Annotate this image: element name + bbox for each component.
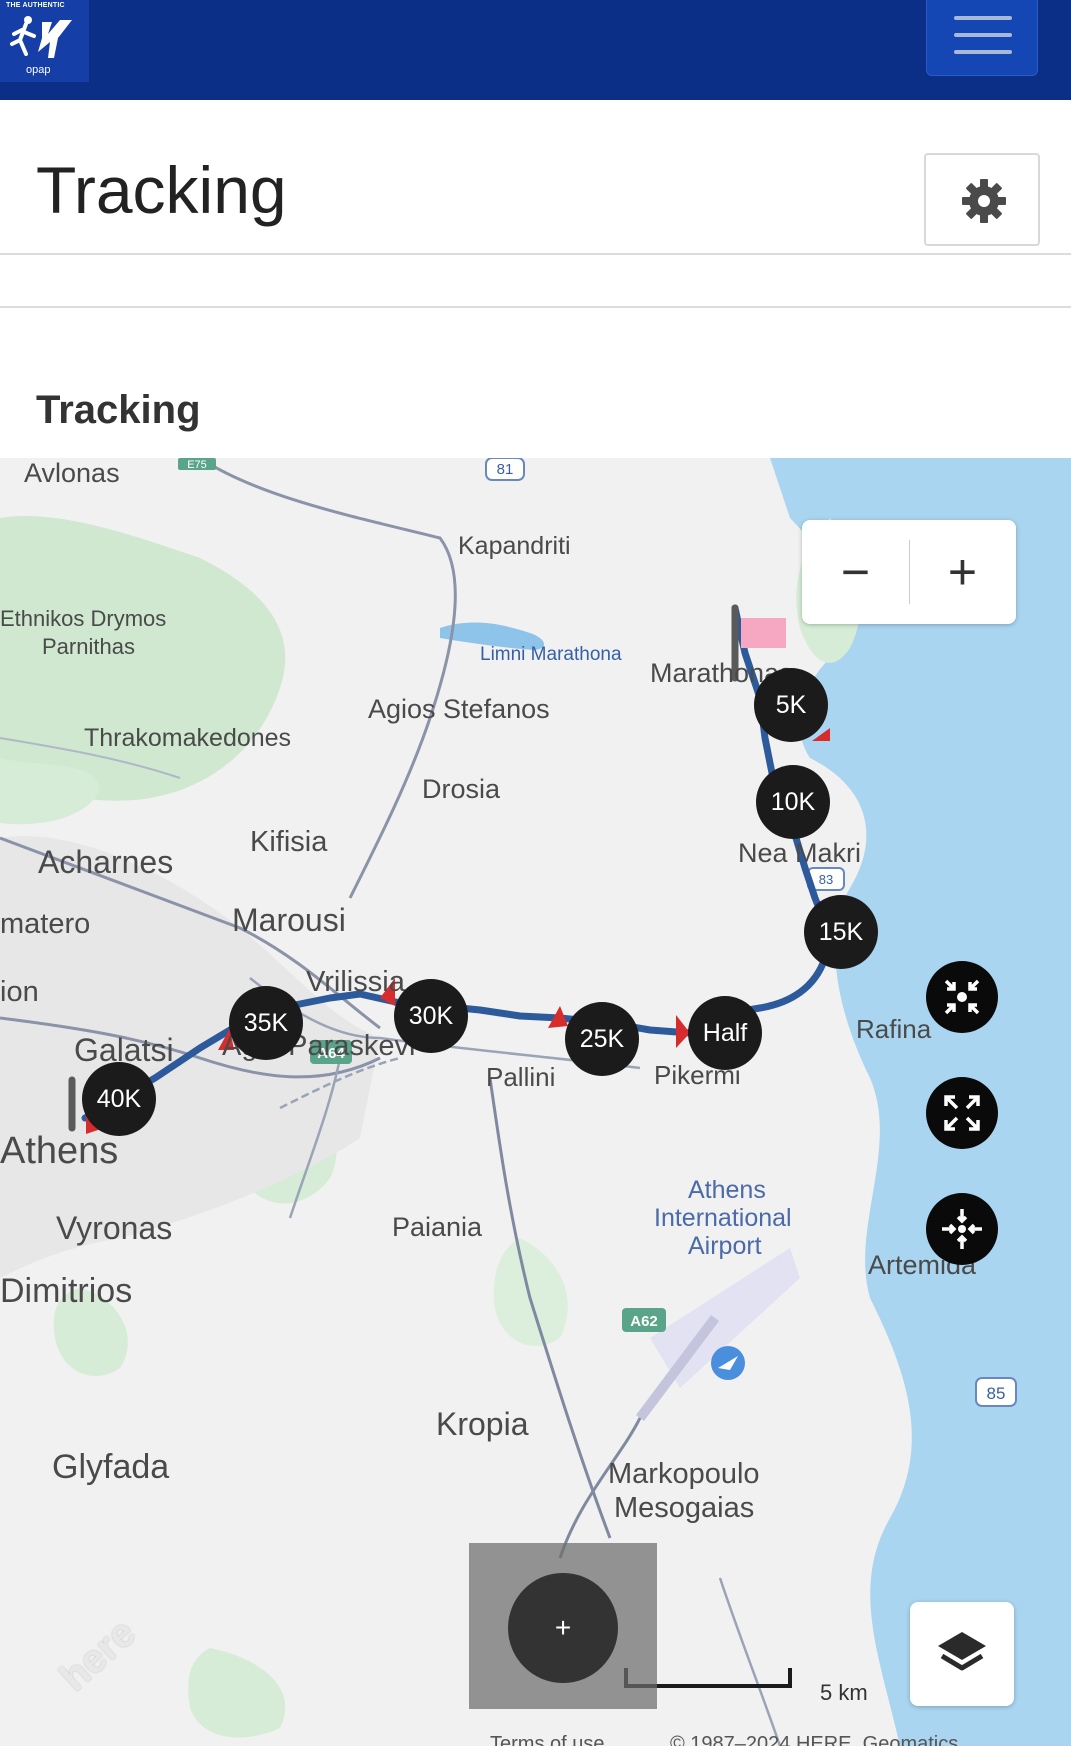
runner-logo-icon: [10, 16, 72, 58]
zoom-control: − +: [802, 520, 1016, 624]
zoom-out-button[interactable]: −: [802, 520, 909, 624]
terms-link[interactable]: Terms of use: [490, 1733, 604, 1746]
zoom-in-button[interactable]: +: [909, 520, 1016, 624]
place-label: Thrakomakedones: [84, 724, 292, 752]
place-label: Rafina: [856, 1014, 932, 1044]
layers-icon: [938, 1632, 986, 1671]
place-label: Glyfada: [52, 1448, 170, 1486]
top-navbar: THE AUTHENTIC opap: [0, 0, 1071, 100]
center-icon: [942, 1209, 982, 1249]
logo-sub: opap: [26, 64, 51, 76]
place-label: Markopoulo: [608, 1458, 760, 1490]
page-title: Tracking: [36, 153, 287, 227]
section-title: Tracking: [36, 388, 201, 432]
place-label: International: [654, 1204, 792, 1232]
road-badge-e75: E75: [187, 459, 207, 471]
km-marker-10k[interactable]: 10K: [756, 765, 830, 839]
menu-button[interactable]: [926, 0, 1038, 76]
place-label: Agios Stefanos: [368, 694, 550, 724]
km-marker-40k[interactable]: 40K: [82, 1062, 156, 1136]
place-label: matero: [0, 908, 91, 940]
road-badge-85: 85: [987, 1384, 1006, 1403]
place-label: Ethnikos Drymos: [0, 606, 167, 631]
km-marker-25k[interactable]: 25K: [565, 1002, 639, 1076]
road-badge-81: 81: [497, 461, 514, 478]
scale-label: 5 km: [820, 1680, 868, 1705]
road-badge-83: 83: [819, 872, 833, 887]
collapse-button[interactable]: [926, 961, 998, 1033]
place-label: Vyronas: [56, 1210, 173, 1246]
km-marker-5k[interactable]: 5K: [754, 668, 828, 742]
lake-label: Limni Marathona: [480, 644, 622, 665]
place-label: Drosia: [422, 774, 501, 804]
tracking-map[interactable]: E75 81 A64 A62 85 83 Avlonas Kapandriti: [0, 458, 1071, 1746]
logo-tagline: THE AUTHENTIC: [6, 2, 65, 9]
hamburger-icon: [954, 50, 1012, 54]
place-label: Marousi: [232, 902, 346, 938]
brand-logo[interactable]: THE AUTHENTIC opap: [0, 0, 89, 82]
gear-icon: [962, 179, 1006, 223]
place-label: Kifisia: [250, 826, 328, 858]
place-label: Kropia: [436, 1406, 529, 1442]
km-marker-half[interactable]: Half: [688, 996, 762, 1070]
place-label: Athens: [0, 1130, 119, 1172]
settings-button[interactable]: [924, 153, 1040, 246]
hamburger-icon: [954, 33, 1012, 37]
overlay-panel: +: [469, 1543, 657, 1709]
add-button[interactable]: +: [508, 1573, 618, 1683]
place-label: ion: [0, 976, 39, 1008]
fullscreen-button[interactable]: [926, 1077, 998, 1149]
km-marker-30k[interactable]: 30K: [394, 979, 468, 1053]
hamburger-icon: [954, 16, 1012, 20]
place-label: Acharnes: [38, 844, 174, 880]
place-label: Nea Makri: [738, 838, 862, 868]
collapse-icon: [944, 979, 980, 1015]
place-label: Mesogaias: [614, 1492, 755, 1524]
place-label: Pallini: [486, 1062, 556, 1092]
place-label: Kapandriti: [458, 532, 571, 560]
layers-button[interactable]: [910, 1602, 1014, 1706]
km-marker-35k[interactable]: 35K: [229, 986, 303, 1060]
place-label: Dimitrios: [0, 1272, 133, 1310]
road-badge-a62: A62: [630, 1313, 658, 1330]
place-label: Athens: [688, 1176, 766, 1204]
divider: [0, 306, 1071, 308]
page-header: Tracking: [0, 100, 1071, 255]
place-label: Airport: [688, 1232, 762, 1260]
fullscreen-icon: [944, 1095, 980, 1131]
place-label: Vrilissia: [306, 966, 405, 998]
start-flag: [741, 618, 786, 648]
place-label: Avlonas: [24, 458, 120, 488]
copyright-text: © 1987–2024 HERE, Geomatics: [670, 1733, 959, 1746]
place-label: Paiania: [392, 1212, 483, 1242]
km-marker-15k[interactable]: 15K: [804, 895, 878, 969]
place-label: Parnithas: [42, 634, 135, 659]
center-route-button[interactable]: [926, 1193, 998, 1265]
